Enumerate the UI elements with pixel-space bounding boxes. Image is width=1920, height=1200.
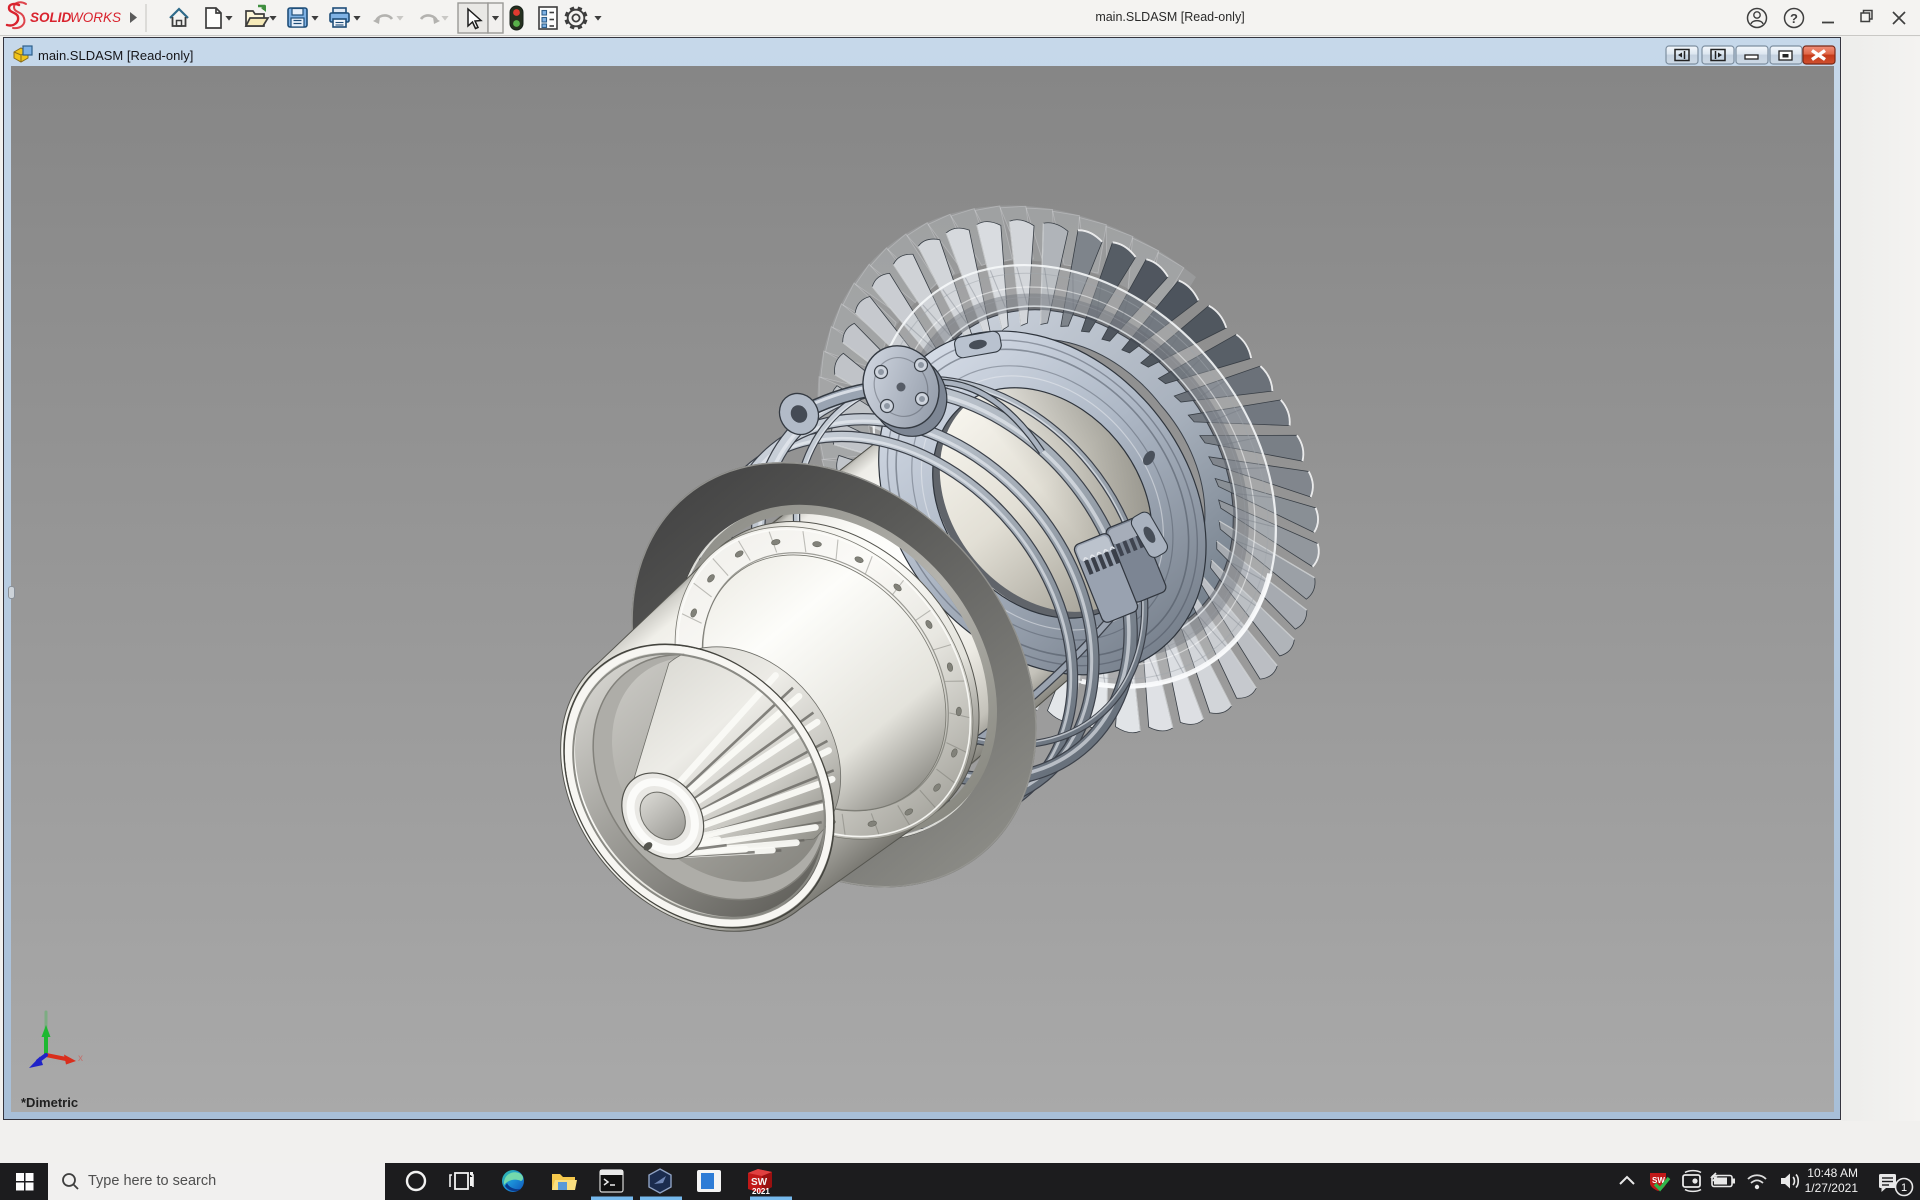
- svg-text:WORKS: WORKS: [70, 10, 121, 25]
- svg-text:x: x: [78, 1053, 83, 1064]
- svg-text:?: ?: [1790, 11, 1798, 26]
- svg-text:2021: 2021: [752, 1187, 770, 1196]
- svg-text:SOLID: SOLID: [30, 10, 72, 25]
- svg-text:1: 1: [1901, 1182, 1907, 1194]
